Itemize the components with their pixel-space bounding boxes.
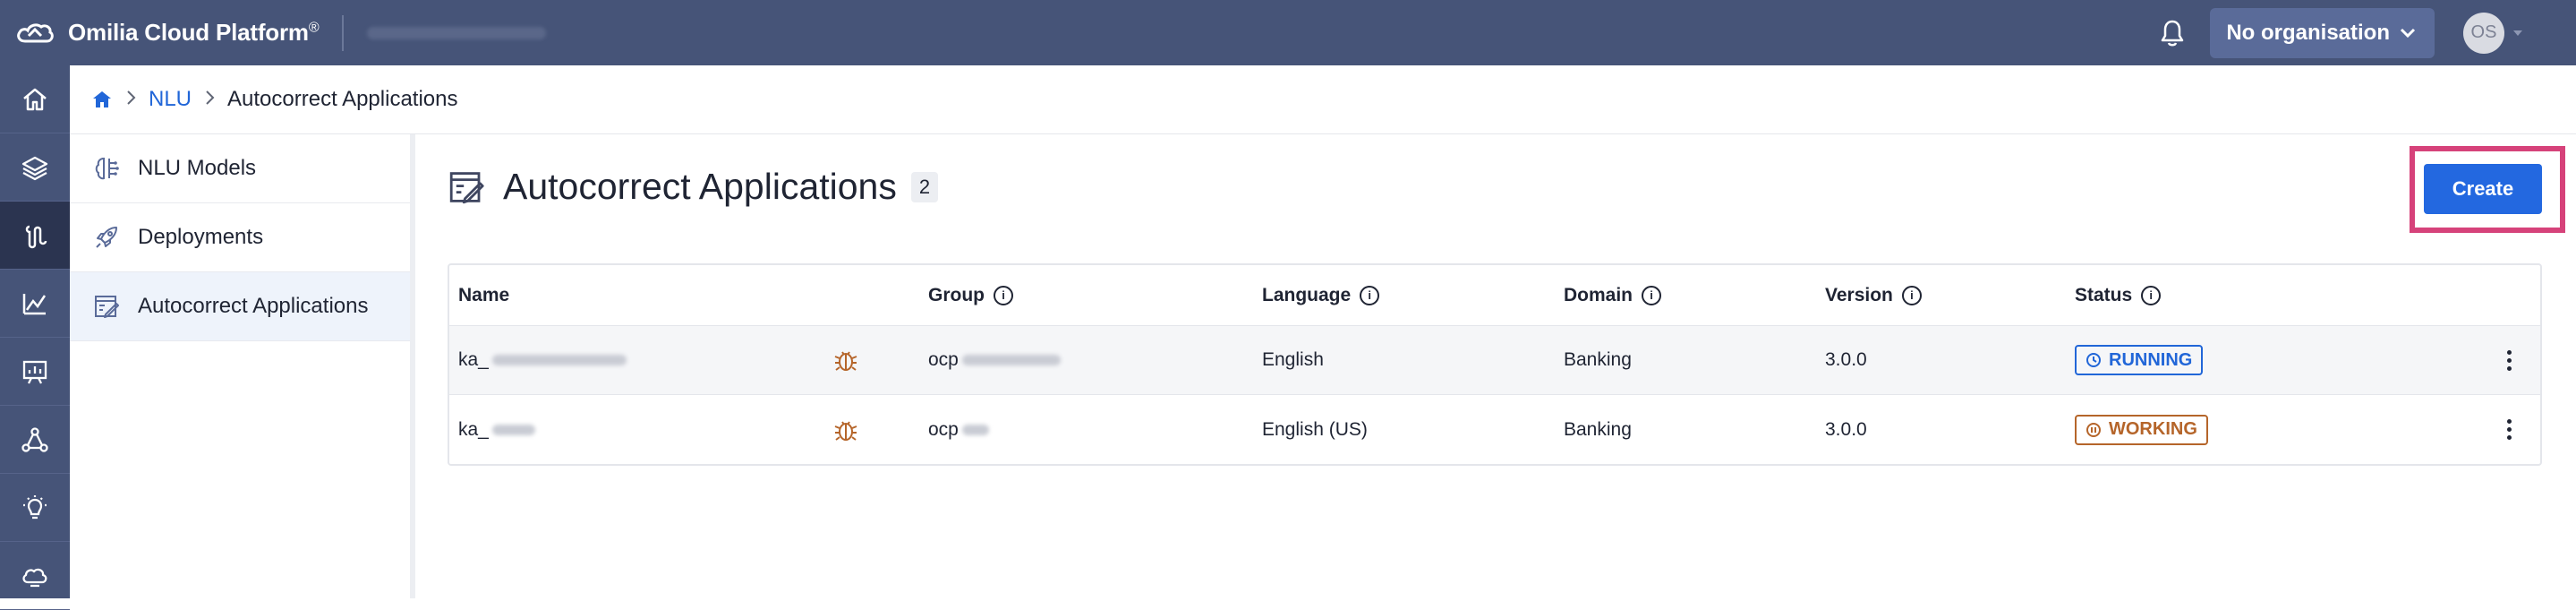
subnav-label: NLU Models	[138, 156, 257, 180]
rail-item-network[interactable]	[0, 406, 70, 474]
count-badge: 2	[910, 171, 939, 202]
column-header-domain[interactable]: Domain i	[1564, 285, 1662, 306]
lightbulb-icon	[23, 494, 47, 519]
analytics-icon	[22, 293, 47, 314]
main-content: Autocorrect Applications 2 Create Name G…	[421, 134, 2576, 598]
layers-icon	[21, 156, 48, 180]
brand-divider	[342, 14, 345, 51]
info-icon[interactable]: i	[994, 285, 1013, 305]
top-bar: Omilia Cloud Platform® No organisation O…	[0, 0, 2576, 65]
rail-item-insights[interactable]	[0, 474, 70, 542]
rail-item-home[interactable]	[0, 65, 70, 133]
cell-group: ocp	[928, 419, 989, 441]
info-icon[interactable]: i	[2141, 285, 2162, 305]
cell-name: ka_	[458, 419, 535, 441]
autocorrect-icon	[93, 293, 120, 320]
redacted-text	[491, 424, 535, 435]
create-button[interactable]: Create	[2424, 164, 2542, 214]
avatar: OS	[2463, 12, 2504, 54]
rail-item-presentation[interactable]	[0, 338, 70, 406]
column-header-name[interactable]: Name	[458, 285, 509, 306]
home-icon[interactable]	[91, 90, 113, 109]
row-menu-kebab-icon[interactable]	[2495, 342, 2522, 378]
organisation-label: No organisation	[2226, 20, 2390, 45]
cell-version: 3.0.0	[1825, 418, 1867, 440]
cell-status: RUNNING	[2075, 345, 2204, 375]
status-badge: WORKING	[2075, 414, 2208, 445]
page-title: Autocorrect Applications	[503, 166, 897, 207]
rocket-icon	[93, 224, 120, 251]
column-header-group[interactable]: Group i	[928, 285, 1013, 306]
cell-group: ocp	[928, 349, 1061, 371]
chevron-right-icon	[204, 88, 215, 111]
bug-icon[interactable]	[832, 347, 859, 374]
rail-item-nlu[interactable]	[0, 202, 70, 270]
nlu-icon	[25, 225, 47, 248]
organisation-selector[interactable]: No organisation	[2210, 7, 2435, 58]
table-row[interactable]: ka_ ocp English Banking 3.0.0 RUNNING	[449, 326, 2540, 395]
rail-item-layers[interactable]	[0, 133, 70, 202]
subnav-item-deployments[interactable]: Deployments	[70, 203, 410, 272]
rail-item-analytics[interactable]	[0, 270, 70, 338]
brain-icon	[93, 155, 120, 182]
cell-language: English (US)	[1262, 418, 1368, 440]
brand[interactable]: Omilia Cloud Platform®	[0, 0, 547, 65]
left-rail	[0, 65, 70, 610]
row-menu-kebab-icon[interactable]	[2495, 412, 2522, 448]
redacted-text	[491, 355, 627, 365]
pause-circle-icon	[2086, 422, 2101, 437]
omilia-logo-icon	[17, 22, 54, 42]
cell-domain: Banking	[1564, 349, 1632, 370]
column-header-version[interactable]: Version i	[1825, 285, 1922, 306]
user-menu[interactable]: OS	[2463, 12, 2522, 54]
rail-item-cloud[interactable]	[0, 542, 70, 610]
notifications-bell-icon[interactable]	[2154, 15, 2190, 51]
info-icon[interactable]: i	[1642, 285, 1662, 305]
sub-navigation: NLU Models Deployments Autocorrect Appli…	[70, 134, 415, 598]
bug-icon[interactable]	[832, 417, 859, 443]
table-row[interactable]: ka_ ocp English (US) Banking 3.0.0 WORKI…	[449, 395, 2540, 464]
breadcrumb-current: Autocorrect Applications	[227, 87, 458, 111]
create-button-highlight: Create	[2410, 146, 2565, 233]
column-header-language[interactable]: Language i	[1262, 285, 1380, 306]
info-icon[interactable]: i	[1901, 285, 1922, 305]
cell-name: ka_	[458, 349, 627, 371]
cell-version: 3.0.0	[1825, 349, 1867, 370]
autocorrect-icon	[449, 171, 484, 203]
presentation-icon	[22, 360, 47, 384]
applications-table: Name Group i Language i Domain i Version i S…	[448, 263, 2542, 466]
cell-status: WORKING	[2075, 414, 2208, 445]
caret-down-icon	[2513, 30, 2522, 36]
cell-language: English	[1262, 349, 1324, 370]
network-icon	[21, 426, 48, 452]
breadcrumb-link-nlu[interactable]: NLU	[149, 87, 192, 112]
column-header-status[interactable]: Status i	[2075, 285, 2162, 306]
info-icon[interactable]: i	[1360, 285, 1380, 305]
redacted-text	[961, 355, 1061, 365]
cloud-icon	[22, 568, 47, 587]
redacted-text	[961, 424, 989, 435]
clock-icon	[2086, 353, 2101, 367]
subnav-label: Autocorrect Applications	[138, 294, 369, 318]
page-header: Autocorrect Applications 2	[448, 166, 939, 208]
home-icon	[23, 88, 47, 110]
chevron-down-icon	[2400, 28, 2416, 38]
status-badge: RUNNING	[2075, 345, 2204, 375]
brand-name: Omilia Cloud Platform®	[68, 19, 320, 46]
subnav-item-autocorrect-applications[interactable]: Autocorrect Applications	[70, 272, 410, 341]
chevron-right-icon	[125, 88, 136, 111]
cell-domain: Banking	[1564, 418, 1632, 440]
redacted-text	[367, 26, 547, 39]
subnav-item-nlu-models[interactable]: NLU Models	[70, 134, 410, 203]
subnav-label: Deployments	[138, 225, 264, 249]
table-header: Name Group i Language i Domain i Version i S…	[449, 265, 2540, 326]
breadcrumb: NLU Autocorrect Applications	[70, 65, 2576, 134]
